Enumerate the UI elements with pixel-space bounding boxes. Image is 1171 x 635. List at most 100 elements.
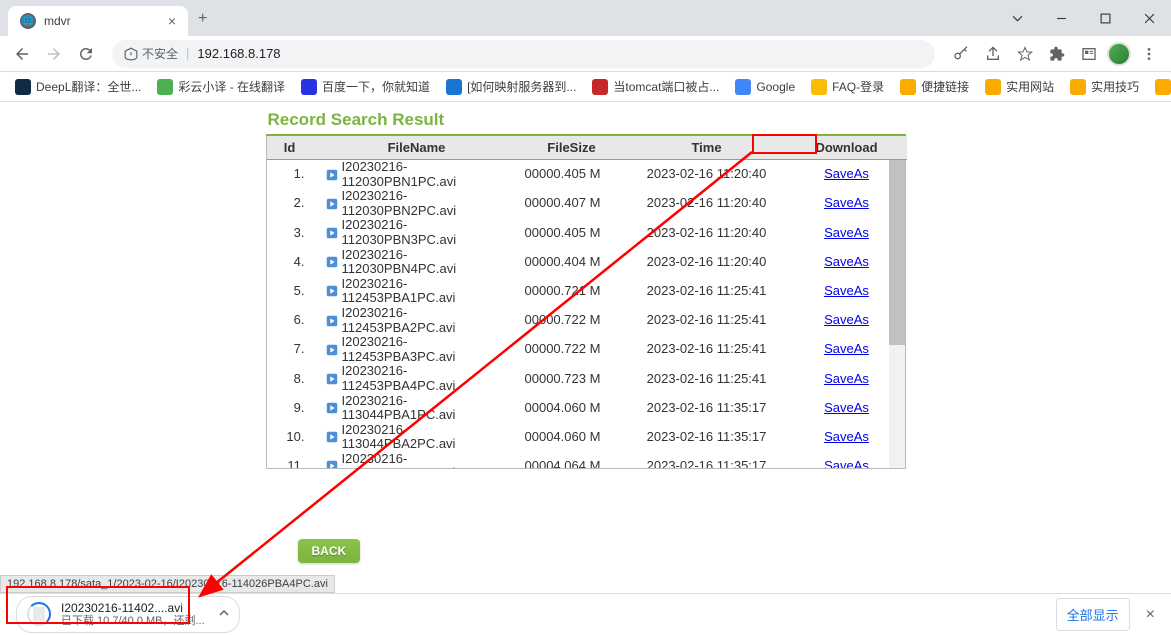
saveas-link[interactable]: SaveAs [824,166,869,181]
cell-time: 2023-02-16 11:20:40 [627,160,787,189]
cell-time: 2023-02-16 11:35:17 [627,423,787,452]
maximize-icon[interactable] [1083,2,1127,34]
back-button[interactable]: BACK [298,539,361,563]
new-tab-button[interactable]: + [188,2,217,36]
table-row: 8.I20230216-112453PBA4PC.avi00000.723 M2… [267,364,907,393]
download-info: I20230216-11402....avi 已下载 10.7/40.0 MB，… [61,601,205,629]
bookmark-favicon [301,79,317,95]
table-scrollbar[interactable] [889,160,905,468]
cell-id: 7. [267,335,317,364]
cell-filename: I20230216-112030PBN1PC.avi [317,160,517,189]
download-item[interactable]: I20230216-11402....avi 已下载 10.7/40.0 MB，… [16,596,240,634]
share-icon[interactable] [979,40,1007,68]
cell-filesize: 00000.722 M [517,306,627,335]
saveas-link[interactable]: SaveAs [824,400,869,415]
show-all-downloads-button[interactable]: 全部显示 [1056,598,1130,631]
bookmark-favicon [446,79,462,95]
bookmark-favicon [592,79,608,95]
bookmark-item[interactable]: 常识 [1148,74,1171,99]
chevron-up-icon[interactable] [219,607,229,621]
star-icon[interactable] [1011,40,1039,68]
cell-filename: I20230216-112453PBA4PC.avi [317,364,517,393]
bookmark-label: 百度一下，你就知道 [322,78,430,95]
table-body[interactable]: 1.I20230216-112030PBN1PC.avi00000.405 M2… [267,160,907,468]
video-file-icon [325,197,339,211]
cell-filesize: 00004.064 M [517,452,627,468]
url-divider: | [186,46,189,61]
saveas-link[interactable]: SaveAs [824,312,869,327]
bookmark-favicon [735,79,751,95]
close-window-icon[interactable] [1127,2,1171,34]
url-text: 192.168.8.178 [197,46,280,61]
window-controls [995,0,1171,36]
bookmark-item[interactable]: Google [728,75,802,99]
bookmark-label: 当tomcat端口被占... [613,78,719,95]
close-tab-icon[interactable]: × [168,13,176,29]
cell-id: 5. [267,277,317,306]
cell-filesize: 00000.405 M [517,160,627,189]
saveas-link[interactable]: SaveAs [824,429,869,444]
reading-list-icon[interactable] [1075,40,1103,68]
minimize-icon[interactable] [1039,2,1083,34]
bookmark-item[interactable]: 便捷链接 [893,74,976,99]
table-header-row: Id FileName FileSize Time Download [267,136,907,160]
video-file-icon [325,372,339,386]
folder-icon [1070,79,1086,95]
cell-time: 2023-02-16 11:25:41 [627,364,787,393]
bookmark-label: DeepL翻译：全世... [36,78,141,95]
bookmark-label: 彩云小译 - 在线翻译 [178,78,285,95]
result-table: Id FileName FileSize Time Download 1.I20… [267,136,907,468]
cell-time: 2023-02-16 11:25:41 [627,306,787,335]
cell-id: 3. [267,218,317,247]
saveas-link[interactable]: SaveAs [824,254,869,269]
browser-tab-strip: 🌐 mdvr × + [0,0,1171,36]
bookmark-item[interactable]: 当tomcat端口被占... [585,74,726,99]
scrollbar-thumb[interactable] [889,160,905,345]
bookmark-item[interactable]: FAQ-登录 [804,74,891,99]
extensions-icon[interactable] [1043,40,1071,68]
saveas-link[interactable]: SaveAs [824,195,869,210]
cell-time: 2023-02-16 11:20:40 [627,218,787,247]
menu-icon[interactable] [1135,40,1163,68]
cell-filename: I20230216-113044PBA1PC.avi [317,394,517,423]
saveas-link[interactable]: SaveAs [824,283,869,298]
browser-tab[interactable]: 🌐 mdvr × [8,6,188,36]
bookmark-favicon [15,79,31,95]
bookmark-label: 实用网站 [1006,78,1054,95]
video-file-icon [325,168,339,182]
download-filename: I20230216-11402....avi [61,601,205,615]
back-icon[interactable] [8,40,36,68]
chevron-down-icon[interactable] [995,2,1039,34]
cell-id: 4. [267,248,317,277]
key-icon[interactable] [947,40,975,68]
bookmark-item[interactable]: 彩云小译 - 在线翻译 [150,74,292,99]
bookmark-item[interactable]: [如何映射服务器到... [439,74,583,99]
saveas-link[interactable]: SaveAs [824,458,869,468]
bookmark-item[interactable]: 实用网站 [978,74,1061,99]
saveas-link[interactable]: SaveAs [824,371,869,386]
url-bar[interactable]: 不安全 | 192.168.8.178 [112,40,935,68]
cell-id: 10. [267,423,317,452]
bookmark-item[interactable]: 百度一下，你就知道 [294,74,437,99]
video-file-icon [325,459,339,468]
header-id: Id [267,136,317,160]
bookmark-item[interactable]: 实用技巧 [1063,74,1146,99]
user-avatar[interactable] [1107,42,1131,66]
saveas-link[interactable]: SaveAs [824,341,869,356]
video-file-icon [325,255,339,269]
bookmark-label: 便捷链接 [921,78,969,95]
cell-filename: I20230216-112453PBA3PC.avi [317,335,517,364]
reload-icon[interactable] [72,40,100,68]
saveas-link[interactable]: SaveAs [824,225,869,240]
cell-filename: I20230216-112030PBN2PC.avi [317,189,517,218]
bookmark-favicon [811,79,827,95]
bookmark-favicon [157,79,173,95]
video-file-icon [325,343,339,357]
close-download-bar-icon[interactable]: × [1146,606,1155,624]
table-row: 6.I20230216-112453PBA2PC.avi00000.722 M2… [267,306,907,335]
table-row: 7.I20230216-112453PBA3PC.avi00000.722 M2… [267,335,907,364]
bookmark-item[interactable]: DeepL翻译：全世... [8,74,148,99]
bookmark-label: Google [756,80,795,94]
forward-icon[interactable] [40,40,68,68]
bookmark-label: [如何映射服务器到... [467,78,576,95]
